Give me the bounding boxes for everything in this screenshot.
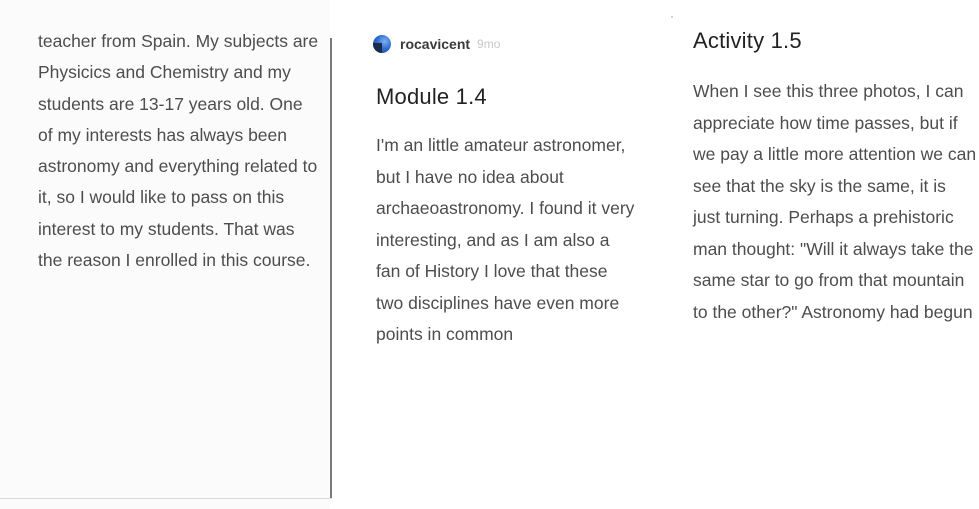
- post-header: rocavicent 9mo: [373, 34, 500, 54]
- post-column-right: Activity 1.5 When I see this three photo…: [663, 0, 979, 509]
- post-column-left: teacher from Spain. My subjects are Phys…: [0, 0, 330, 509]
- post-body-text: I'm an little amateur astronomer, but I …: [376, 135, 635, 344]
- post-column-middle: rocavicent 9mo Module 1.4 I'm an little …: [333, 0, 663, 509]
- author-name[interactable]: rocavicent: [400, 36, 470, 52]
- post-heading: Module 1.4: [376, 84, 487, 109]
- bottom-divider: [0, 498, 332, 499]
- speck-mark: [671, 16, 673, 18]
- post-body-text: teacher from Spain. My subjects are Phys…: [38, 31, 319, 271]
- post-body-text: When I see this three photos, I can appr…: [693, 81, 977, 322]
- post-heading: Activity 1.5: [693, 28, 802, 53]
- column-divider: [330, 38, 332, 498]
- user-avatar[interactable]: [373, 35, 391, 53]
- post-age: 9mo: [477, 37, 501, 51]
